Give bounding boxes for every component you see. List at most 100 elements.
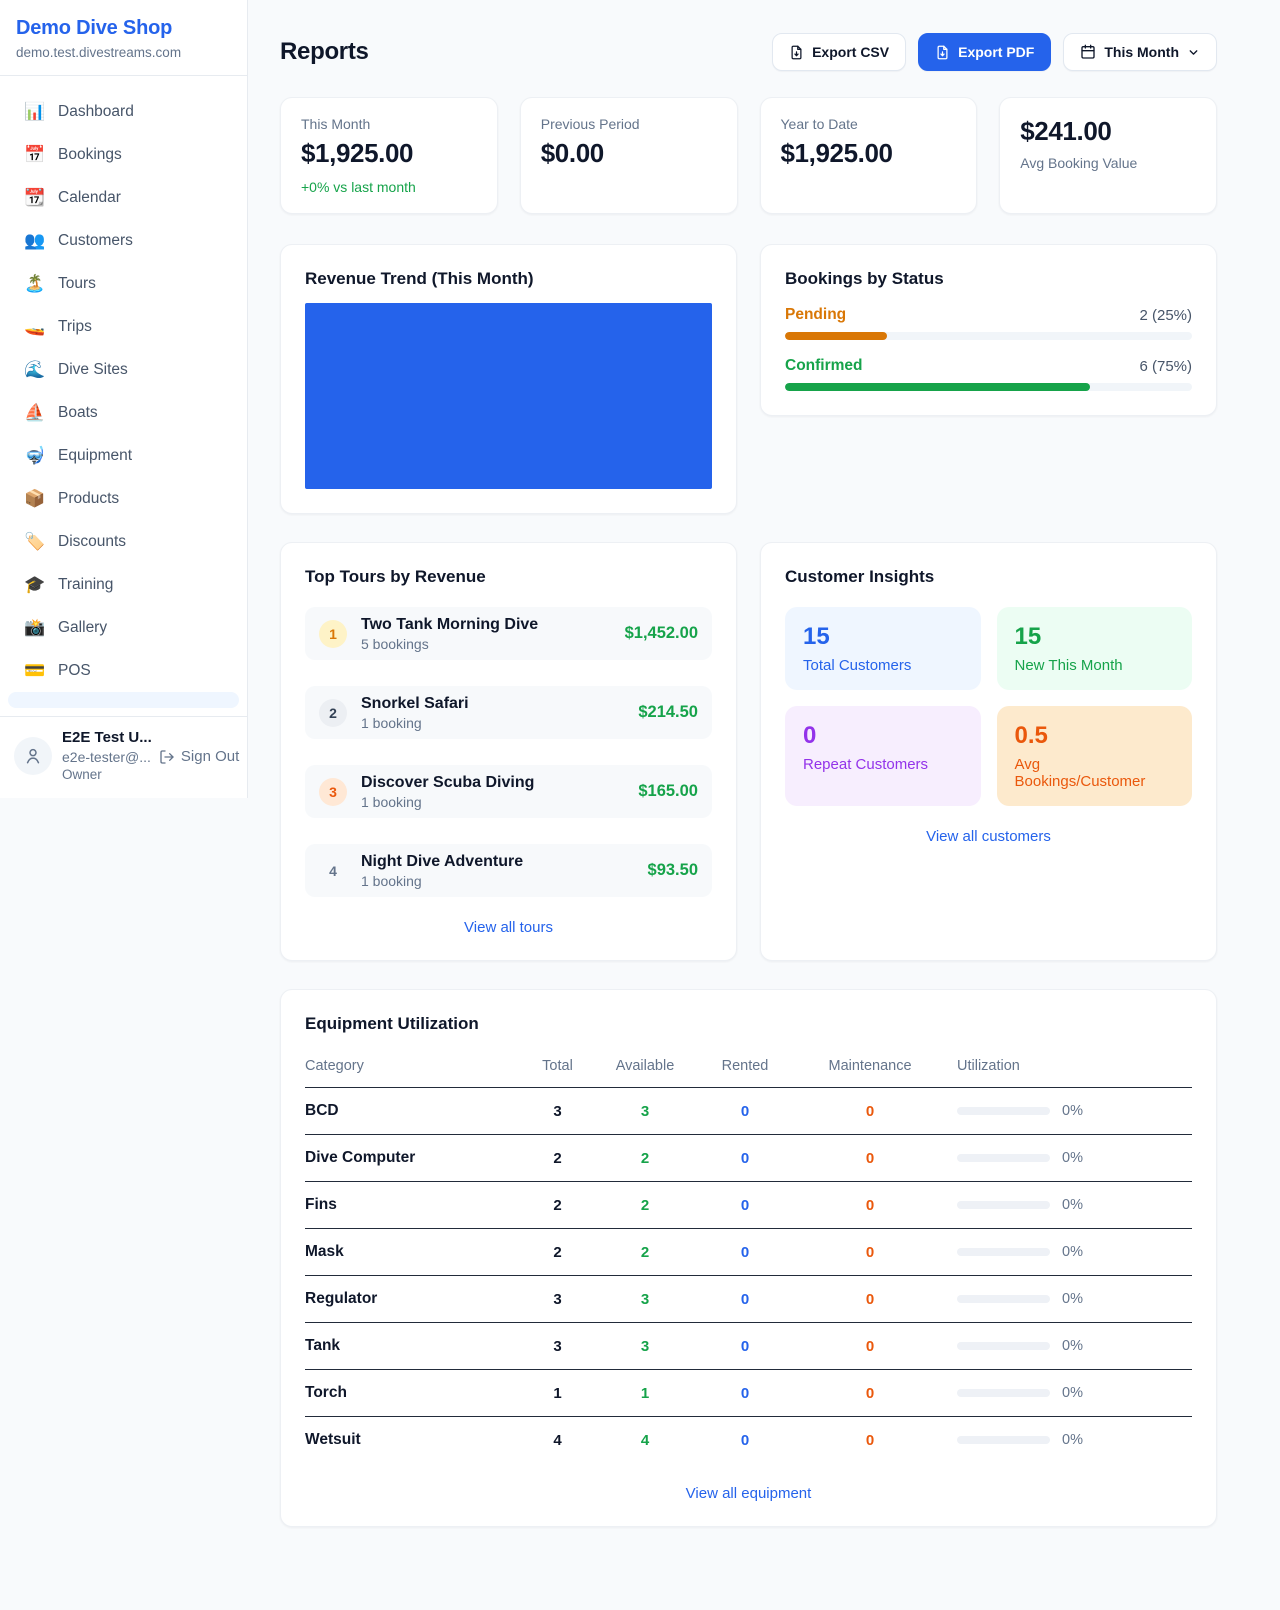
equipment-category: Tank [305, 1323, 520, 1370]
nav-item-icon: 💳 [24, 662, 46, 679]
equipment-table: Category Total Available Rented Maintena… [305, 1048, 1192, 1463]
equipment-row: Tank 3 3 0 0 0% [305, 1323, 1192, 1370]
tour-info: Night Dive Adventure 1 booking [361, 853, 634, 889]
tile-avg-bookings-per-customer: 0.5 Avg Bookings/Customer [997, 706, 1193, 806]
equipment-utilization-cell: 0% [945, 1323, 1192, 1370]
equipment-rented: 0 [695, 1088, 795, 1135]
stat-label: Avg Booking Value [1020, 155, 1196, 171]
nav-item-label: Equipment [58, 447, 132, 465]
tour-revenue: $214.50 [638, 703, 698, 722]
equipment-available: 3 [595, 1323, 695, 1370]
equipment-category: BCD [305, 1088, 520, 1135]
sidebar-nav-item[interactable]: 📆 Calendar [8, 176, 239, 219]
col-header-total: Total [520, 1048, 595, 1088]
equipment-maintenance: 0 [795, 1276, 945, 1323]
status-progress-track [785, 332, 1192, 340]
col-header-rented: Rented [695, 1048, 795, 1088]
stat-value: $1,925.00 [781, 138, 957, 169]
equipment-rented: 0 [695, 1370, 795, 1417]
tile-value: 0 [803, 722, 963, 750]
tour-revenue: $93.50 [648, 861, 698, 880]
utilization-value: 0% [1062, 1103, 1083, 1119]
sidebar-nav-item[interactable]: 🤿 Equipment [8, 434, 239, 477]
tour-row: 2 Snorkel Safari 1 booking $214.50 [305, 686, 712, 739]
sidebar-nav-item[interactable]: 🌊 Dive Sites [8, 348, 239, 391]
file-download-icon [789, 45, 804, 60]
col-header-category: Category [305, 1048, 520, 1088]
view-all-customers-link[interactable]: View all customers [785, 828, 1192, 845]
equipment-rented: 0 [695, 1276, 795, 1323]
file-download-icon [935, 45, 950, 60]
equipment-maintenance: 0 [795, 1370, 945, 1417]
nav-item-label: Boats [58, 404, 98, 422]
tour-row: 3 Discover Scuba Diving 1 booking $165.0… [305, 765, 712, 818]
tour-row: 1 Two Tank Morning Dive 5 bookings $1,45… [305, 607, 712, 660]
equipment-rented: 0 [695, 1417, 795, 1464]
utilization-value: 0% [1062, 1291, 1083, 1307]
equipment-total: 2 [520, 1135, 595, 1182]
active-nav-pill[interactable] [8, 692, 239, 708]
nav-item-label: Discounts [58, 533, 126, 551]
bookings-by-status-title: Bookings by Status [785, 269, 1192, 289]
equipment-utilization-title: Equipment Utilization [305, 1014, 1192, 1034]
equipment-row: Regulator 3 3 0 0 0% [305, 1276, 1192, 1323]
sidebar-nav-item[interactable]: 👥 Customers [8, 219, 239, 262]
utilization-value: 0% [1062, 1244, 1083, 1260]
shop-name: Demo Dive Shop [16, 17, 231, 40]
equipment-rented: 0 [695, 1323, 795, 1370]
equipment-total: 3 [520, 1323, 595, 1370]
tile-new-this-month: 15 New This Month [997, 607, 1193, 690]
sidebar-nav-item[interactable]: 📸 Gallery [8, 606, 239, 649]
sidebar-nav-item[interactable]: 🏝️ Tours [8, 262, 239, 305]
insight-tiles: 15 Total Customers 15 New This Month 0 R… [785, 607, 1192, 806]
col-header-available: Available [595, 1048, 695, 1088]
stat-card-year-to-date: Year to Date $1,925.00 [760, 97, 978, 214]
nav-item-icon: 🤿 [24, 447, 46, 464]
period-dropdown[interactable]: This Month [1063, 33, 1217, 71]
nav-item-icon: 👥 [24, 232, 46, 249]
export-pdf-label: Export PDF [958, 44, 1034, 60]
utilization-value: 0% [1062, 1197, 1083, 1213]
sidebar-nav-item[interactable]: 🎓 Training [8, 563, 239, 606]
sidebar-nav-item[interactable]: 💳 POS [8, 649, 239, 692]
nav-item-label: Training [58, 576, 113, 594]
sidebar-nav-item[interactable]: ⛵ Boats [8, 391, 239, 434]
tour-bookings-count: 5 bookings [361, 636, 611, 652]
sidebar-nav-item[interactable]: 🚤 Trips [8, 305, 239, 348]
stat-label: Previous Period [541, 116, 717, 132]
user-footer: E2E Test U... e2e-tester@... Sign Out Ow… [0, 716, 247, 798]
nav-item-label: Calendar [58, 189, 121, 207]
equipment-category: Regulator [305, 1276, 520, 1323]
equipment-available: 3 [595, 1276, 695, 1323]
status-row-pending: Pending 2 (25%) [785, 306, 1192, 340]
stat-value: $241.00 [1020, 116, 1196, 147]
sidebar-nav: 📊 Dashboard 📅 Bookings 📆 Calendar 👥 Cust… [0, 76, 247, 716]
equipment-table-header: Category Total Available Rented Maintena… [305, 1048, 1192, 1088]
view-all-tours-link[interactable]: View all tours [305, 919, 712, 936]
tour-name: Two Tank Morning Dive [361, 616, 611, 634]
sidebar-nav-item[interactable]: 📅 Bookings [8, 133, 239, 176]
tour-revenue: $1,452.00 [625, 624, 698, 643]
tour-bookings-count: 1 booking [361, 873, 634, 889]
sign-out-button[interactable]: Sign Out [159, 748, 239, 765]
nav-item-label: Gallery [58, 619, 107, 637]
equipment-row: Dive Computer 2 2 0 0 0% [305, 1135, 1192, 1182]
utilization-value: 0% [1062, 1150, 1083, 1166]
col-header-maintenance: Maintenance [795, 1048, 945, 1088]
equipment-maintenance: 0 [795, 1229, 945, 1276]
equipment-row: BCD 3 3 0 0 0% [305, 1088, 1192, 1135]
view-all-equipment-link[interactable]: View all equipment [305, 1485, 1192, 1502]
sidebar-nav-item[interactable]: 📦 Products [8, 477, 239, 520]
utilization-bar [957, 1248, 1050, 1256]
sidebar-nav-item[interactable]: 📊 Dashboard [8, 90, 239, 133]
export-csv-button[interactable]: Export CSV [772, 33, 906, 71]
status-label: Pending [785, 306, 846, 324]
stat-delta: +0% vs last month [301, 179, 477, 195]
tour-name: Night Dive Adventure [361, 853, 634, 871]
equipment-available: 3 [595, 1088, 695, 1135]
sidebar-nav-item[interactable]: 🏷️ Discounts [8, 520, 239, 563]
export-pdf-button[interactable]: Export PDF [918, 33, 1051, 71]
utilization-bar [957, 1389, 1050, 1397]
customer-insights-title: Customer Insights [785, 567, 1192, 587]
stat-card-this-month: This Month $1,925.00 +0% vs last month [280, 97, 498, 214]
